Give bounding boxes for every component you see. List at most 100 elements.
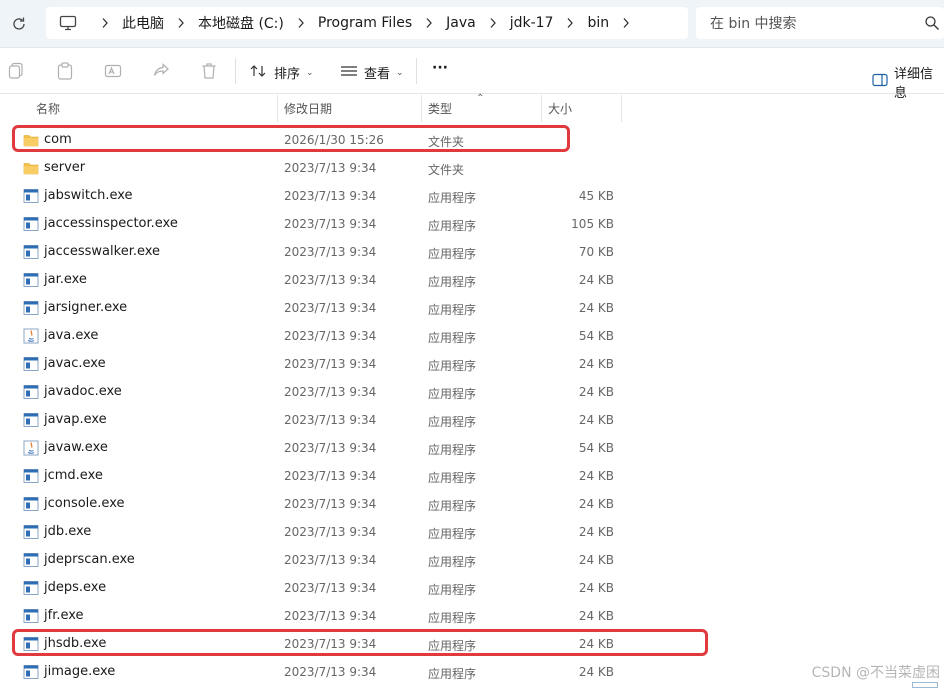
search-icon[interactable] (924, 15, 940, 35)
exe-icon (23, 300, 39, 316)
file-name: jarsigner.exe (44, 300, 128, 315)
share-icon[interactable] (150, 60, 172, 82)
file-row[interactable]: server 2023/7/13 9:34 文件夹 (0, 154, 944, 182)
breadcrumb-item[interactable]: jdk-17 (508, 15, 556, 31)
more-options-button[interactable]: ··· (432, 60, 448, 76)
file-row[interactable]: jhsdb.exe 2023/7/13 9:34 应用程序 24 KB (0, 630, 944, 658)
file-type: 应用程序 (428, 667, 477, 681)
exe-icon (23, 216, 39, 232)
file-type: 应用程序 (428, 191, 477, 205)
column-header-date[interactable]: 修改日期 (277, 95, 422, 122)
file-size: 24 KB (578, 273, 614, 287)
sort-label: 排序 (274, 67, 301, 82)
chevron-right-icon[interactable] (555, 17, 585, 29)
folder-icon (23, 160, 39, 176)
file-type: 应用程序 (428, 331, 477, 345)
file-type: 应用程序 (428, 583, 477, 597)
file-name: jdb.exe (44, 524, 92, 539)
file-type: 应用程序 (428, 359, 477, 373)
column-header-size[interactable]: 大小 (541, 95, 622, 122)
exe-icon (23, 580, 39, 596)
address-toolbar: 此电脑 本地磁盘 (C:) Program Files Java jdk-17 bin 在… (0, 0, 944, 48)
file-size: 24 KB (578, 469, 614, 483)
file-row[interactable]: jimage.exe 2023/7/13 9:34 应用程序 24 KB (0, 658, 944, 686)
file-date: 2023/7/13 9:34 (284, 665, 377, 679)
file-size: 54 KB (578, 329, 614, 343)
rename-icon[interactable] (102, 60, 124, 82)
chevron-right-icon[interactable] (90, 17, 120, 29)
breadcrumb: 此电脑 本地磁盘 (C:) Program Files Java jdk-17 bin (90, 7, 641, 39)
computer-icon[interactable] (46, 15, 90, 31)
breadcrumb-item[interactable]: Program Files (316, 15, 414, 31)
file-row[interactable]: jdeprscan.exe 2023/7/13 9:34 应用程序 24 KB (0, 546, 944, 574)
file-row[interactable]: jfr.exe 2023/7/13 9:34 应用程序 24 KB (0, 602, 944, 630)
paste-icon[interactable] (54, 60, 76, 82)
column-header-name[interactable]: 名称 (29, 95, 278, 122)
chevron-right-icon[interactable] (414, 17, 444, 29)
file-row[interactable]: javadoc.exe 2023/7/13 9:34 应用程序 24 KB (0, 378, 944, 406)
file-date: 2023/7/13 9:34 (284, 609, 377, 623)
chevron-right-icon[interactable] (611, 17, 641, 29)
file-name: jdeprscan.exe (44, 552, 135, 567)
file-row[interactable]: javaw.exe 2023/7/13 9:34 应用程序 54 KB (0, 434, 944, 462)
java-icon (23, 440, 39, 456)
column-headers: 名称 修改日期 类型 大小 ⌃ (0, 93, 944, 122)
file-row[interactable]: javap.exe 2023/7/13 9:34 应用程序 24 KB (0, 406, 944, 434)
file-size: 24 KB (578, 385, 614, 399)
sort-button[interactable]: 排序 ⌄ (250, 63, 314, 82)
file-type: 应用程序 (428, 247, 477, 261)
file-name: jaccesswalker.exe (44, 244, 161, 259)
file-row[interactable]: jconsole.exe 2023/7/13 9:34 应用程序 24 KB (0, 490, 944, 518)
file-name: jar.exe (44, 272, 87, 287)
breadcrumb-item[interactable]: bin (585, 15, 611, 31)
delete-icon[interactable] (198, 60, 220, 82)
file-row[interactable]: jar.exe 2023/7/13 9:34 应用程序 24 KB (0, 266, 944, 294)
file-name: jcmd.exe (44, 468, 103, 483)
file-type: 文件夹 (428, 163, 465, 177)
toolbar-divider (416, 58, 417, 84)
address-bar[interactable]: 此电脑 本地磁盘 (C:) Program Files Java jdk-17 bin (46, 7, 688, 39)
copy-icon[interactable] (5, 60, 27, 82)
file-type: 文件夹 (428, 135, 465, 149)
breadcrumb-item[interactable]: 本地磁盘 (C:) (196, 13, 286, 33)
file-row[interactable]: jabswitch.exe 2023/7/13 9:34 应用程序 45 KB (0, 182, 944, 210)
chevron-right-icon[interactable] (286, 17, 316, 29)
exe-icon (23, 552, 39, 568)
file-row[interactable]: jdeps.exe 2023/7/13 9:34 应用程序 24 KB (0, 574, 944, 602)
breadcrumb-item[interactable]: 此电脑 (120, 13, 166, 33)
file-type: 应用程序 (428, 527, 477, 541)
view-label: 查看 (364, 67, 391, 82)
details-pane-icon (872, 73, 888, 91)
file-type: 应用程序 (428, 415, 477, 429)
scrollbar[interactable] (912, 682, 938, 688)
exe-icon (23, 244, 39, 260)
file-date: 2023/7/13 9:34 (284, 469, 377, 483)
file-row[interactable]: jcmd.exe 2023/7/13 9:34 应用程序 24 KB (0, 462, 944, 490)
sort-ascending-icon: ⌃ (476, 93, 485, 104)
sort-icon (250, 64, 268, 82)
file-size: 70 KB (578, 245, 614, 259)
file-size: 24 KB (578, 357, 614, 371)
chevron-right-icon[interactable] (478, 17, 508, 29)
chevron-right-icon[interactable] (166, 17, 196, 29)
file-row[interactable]: jaccesswalker.exe 2023/7/13 9:34 应用程序 70 KB (0, 238, 944, 266)
file-type: 应用程序 (428, 499, 477, 513)
file-size: 24 KB (578, 525, 614, 539)
file-row[interactable]: java.exe 2023/7/13 9:34 应用程序 54 KB (0, 322, 944, 350)
refresh-icon[interactable] (6, 11, 32, 37)
file-row[interactable]: jdb.exe 2023/7/13 9:34 应用程序 24 KB (0, 518, 944, 546)
file-row[interactable]: com 2026/1/30 15:26 文件夹 (0, 126, 944, 154)
view-button[interactable]: 查看 ⌄ (340, 63, 404, 82)
breadcrumb-item[interactable]: Java (444, 15, 478, 31)
search-input[interactable]: 在 bin 中搜索 (710, 13, 797, 33)
file-size: 24 KB (578, 637, 614, 651)
file-row[interactable]: jarsigner.exe 2023/7/13 9:34 应用程序 24 KB (0, 294, 944, 322)
file-row[interactable]: jaccessinspector.exe 2023/7/13 9:34 应用程序 10… (0, 210, 944, 238)
command-bar: 排序 ⌄ 查看 ⌄ ··· 详细信息 (0, 48, 944, 101)
file-date: 2023/7/13 9:34 (284, 329, 377, 343)
exe-icon (23, 496, 39, 512)
search-box[interactable]: 在 bin 中搜索 (696, 7, 944, 39)
toolbar-divider (235, 58, 236, 84)
file-row[interactable]: javac.exe 2023/7/13 9:34 应用程序 24 KB (0, 350, 944, 378)
file-type: 应用程序 (428, 611, 477, 625)
